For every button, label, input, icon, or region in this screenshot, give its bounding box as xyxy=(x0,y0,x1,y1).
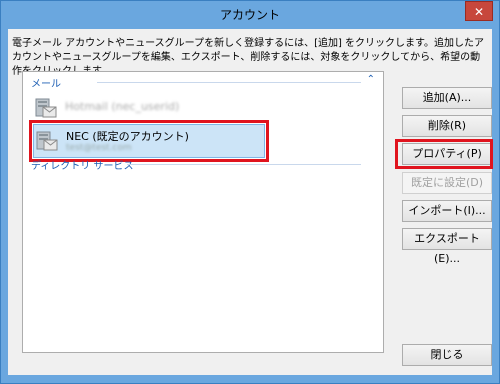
dialog-body: 電子メール アカウントやニュースグループを新しく登録するには、[追加] をクリッ… xyxy=(8,29,493,375)
close-button[interactable]: 閉じる xyxy=(402,344,492,366)
add-button[interactable]: 追加(A)... xyxy=(402,87,492,109)
account-dialog: アカウント ✕ 電子メール アカウントやニュースグループを新しく登録するには、[… xyxy=(0,0,500,384)
set-default-button[interactable]: 既定に設定(D) xyxy=(402,172,492,194)
window-title: アカウント xyxy=(219,8,280,22)
group-header-mail[interactable]: メール ⌃ xyxy=(23,74,383,90)
title-bar: アカウント ✕ xyxy=(1,1,499,29)
highlight-frame xyxy=(395,139,493,169)
close-icon: ✕ xyxy=(473,5,485,19)
mail-account-icon xyxy=(35,98,57,118)
group-divider xyxy=(127,164,361,165)
account-list[interactable]: メール ⌃ Hotmail (nec_userid) NEC (既定のアカウント… xyxy=(22,71,384,353)
collapse-chevron-icon[interactable]: ⌃ xyxy=(367,74,375,85)
group-label-directory: ディレクトリ サービス xyxy=(31,161,134,172)
group-label-mail: メール xyxy=(31,79,61,90)
close-window-button[interactable]: ✕ xyxy=(465,1,493,21)
import-button[interactable]: インポート(I)... xyxy=(402,200,492,222)
delete-button[interactable]: 削除(R) xyxy=(402,115,492,137)
group-divider xyxy=(97,82,361,83)
account-name: Hotmail (nec_userid) xyxy=(65,100,180,113)
group-header-directory[interactable]: ディレクトリ サービス xyxy=(23,156,383,172)
export-button[interactable]: エクスポート(E)... xyxy=(402,228,492,265)
